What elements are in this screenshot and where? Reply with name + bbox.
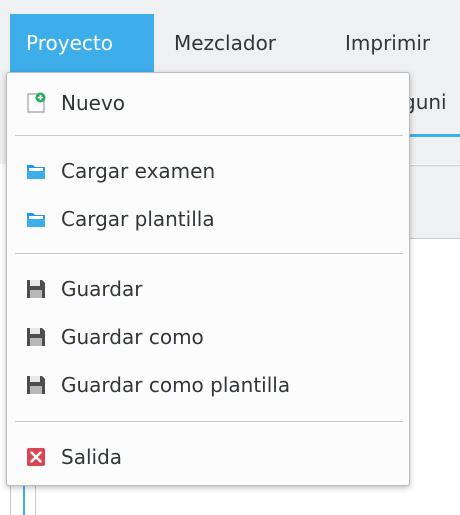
menu-item-cargar-plantilla[interactable]: Cargar plantilla	[11, 195, 405, 243]
menu-item-label: Guardar como	[61, 325, 204, 349]
menu-separator	[15, 135, 403, 136]
folder-open-icon	[25, 160, 47, 182]
menu-item-guardar-como[interactable]: Guardar como	[11, 313, 405, 361]
proyecto-dropdown-menu: Nuevo Cargar examen Cargar plantilla Gua…	[6, 72, 410, 486]
menu-item-nuevo[interactable]: Nuevo	[11, 79, 405, 127]
menu-item-label: Cargar plantilla	[61, 207, 215, 231]
menu-item-label: Cargar examen	[61, 159, 216, 183]
menu-item-cargar-examen[interactable]: Cargar examen	[11, 147, 405, 195]
menu-imprimir[interactable]: Imprimir	[329, 14, 460, 72]
floppy-disk-icon	[25, 278, 47, 300]
floppy-disk-icon	[25, 326, 47, 348]
new-document-icon	[25, 92, 47, 114]
menu-item-guardar[interactable]: Guardar	[11, 265, 405, 313]
floppy-disk-icon	[25, 374, 47, 396]
menu-separator	[15, 253, 403, 254]
menu-item-label: Salida	[61, 445, 123, 469]
menu-item-label: Guardar como plantilla	[61, 373, 291, 397]
app-window: Proyecto Mezclador Imprimir guni Nuevo C…	[0, 0, 460, 515]
menubar: Proyecto Mezclador Imprimir	[0, 0, 460, 72]
exit-icon	[25, 446, 47, 468]
menu-proyecto[interactable]: Proyecto	[10, 14, 154, 72]
menu-item-salida[interactable]: Salida	[11, 433, 405, 481]
menu-item-label: Nuevo	[61, 91, 126, 115]
folder-open-icon	[25, 208, 47, 230]
menu-separator	[15, 421, 403, 422]
menu-item-label: Guardar	[61, 277, 143, 301]
menu-item-guardar-como-plantilla[interactable]: Guardar como plantilla	[11, 361, 405, 409]
menu-mezclador[interactable]: Mezclador	[158, 14, 322, 72]
